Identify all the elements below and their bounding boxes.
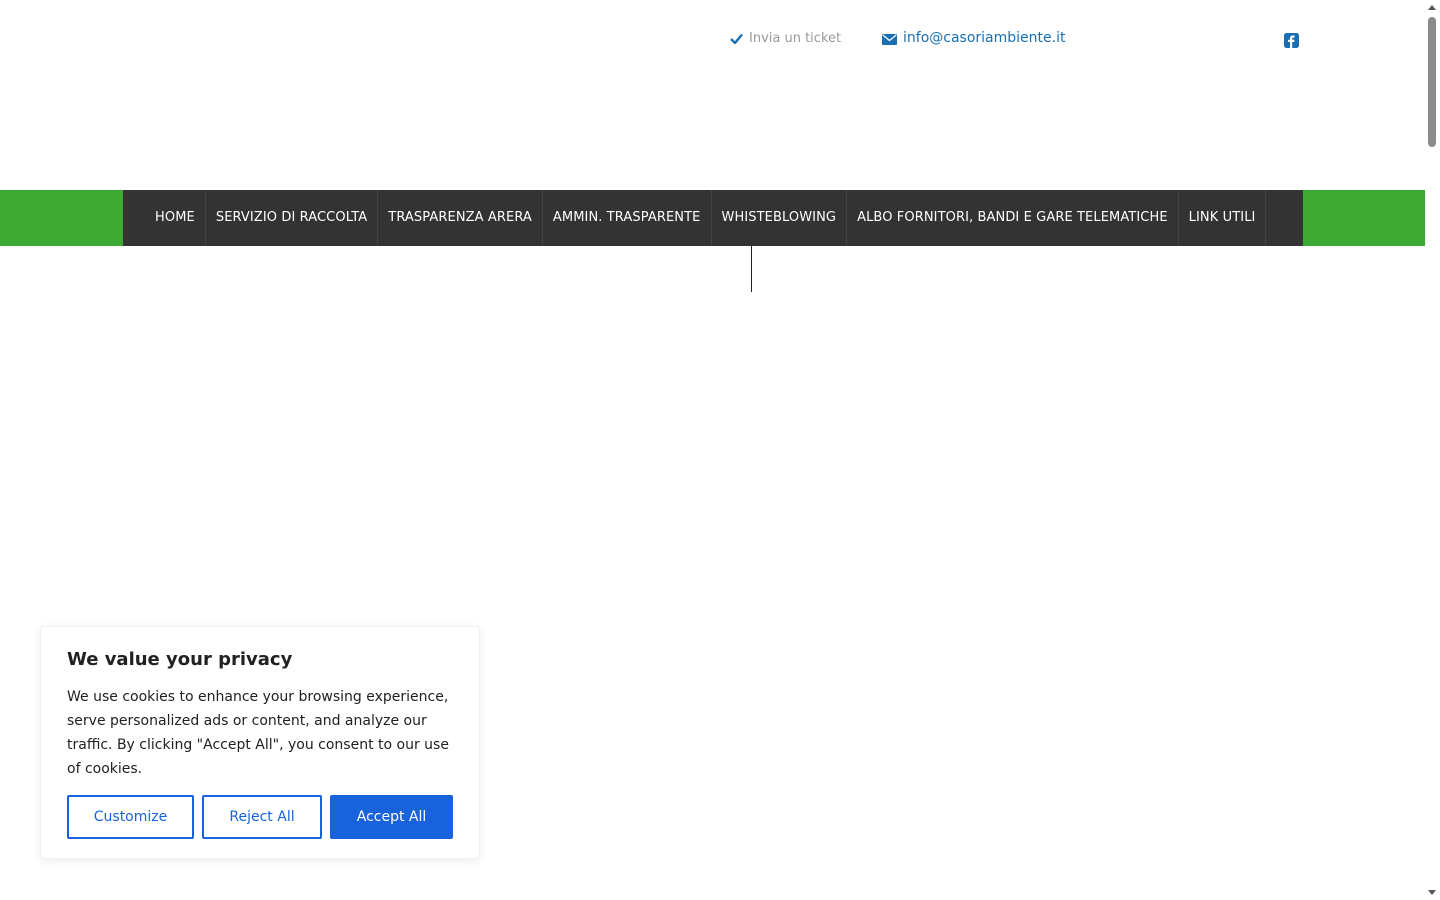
nav-item-link-utili[interactable]: LINK UTILI (1179, 190, 1267, 246)
accept-all-button[interactable]: Accept All (330, 795, 453, 839)
cookie-buttons: Customize Reject All Accept All (67, 795, 461, 839)
vertical-scrollbar[interactable] (1425, 0, 1440, 900)
check-icon (730, 33, 743, 44)
facebook-link[interactable] (1284, 33, 1299, 48)
nav-item-home[interactable]: HOME (145, 190, 206, 246)
email-link[interactable]: info@casoriambiente.it (882, 30, 1065, 46)
ticket-label: Invia un ticket (749, 31, 842, 46)
nav-item-ammin-trasparente[interactable]: AMMIN. TRASPARENTE (543, 190, 712, 246)
reject-all-button[interactable]: Reject All (202, 795, 322, 839)
cookie-consent-banner: We value your privacy We use cookies to … (40, 626, 480, 859)
customize-button[interactable]: Customize (67, 795, 194, 839)
cookie-text: We use cookies to enhance your browsing … (67, 689, 449, 777)
top-bar: Invia un ticket info@casoriambiente.it (0, 0, 1425, 190)
nav-item-trasparenza-arera[interactable]: TRASPARENZA ARERA (378, 190, 543, 246)
nav-band: HOME SERVIZIO DI RACCOLTA TRASPARENZA AR… (0, 190, 1425, 246)
scroll-up-arrow-icon[interactable] (1428, 5, 1436, 10)
scroll-thumb[interactable] (1428, 17, 1436, 147)
nav-item-servizio-di-raccolta[interactable]: SERVIZIO DI RACCOLTA (206, 190, 379, 246)
text-cursor-line (751, 246, 752, 292)
nav-item-whisteblowing[interactable]: WHISTEBLOWING (712, 190, 848, 246)
envelope-icon (882, 34, 897, 45)
email-label: info@casoriambiente.it (903, 30, 1066, 46)
scroll-down-arrow-icon[interactable] (1428, 890, 1436, 895)
cookie-title: We value your privacy (67, 649, 293, 670)
facebook-icon (1284, 33, 1299, 48)
nav-item-albo-fornitori[interactable]: ALBO FORNITORI, BANDI E GARE TELEMATICHE (847, 190, 1179, 246)
ticket-link[interactable]: Invia un ticket (730, 31, 841, 46)
main-nav: HOME SERVIZIO DI RACCOLTA TRASPARENZA AR… (123, 190, 1303, 246)
page: Invia un ticket info@casoriambiente.it H… (0, 0, 1440, 900)
